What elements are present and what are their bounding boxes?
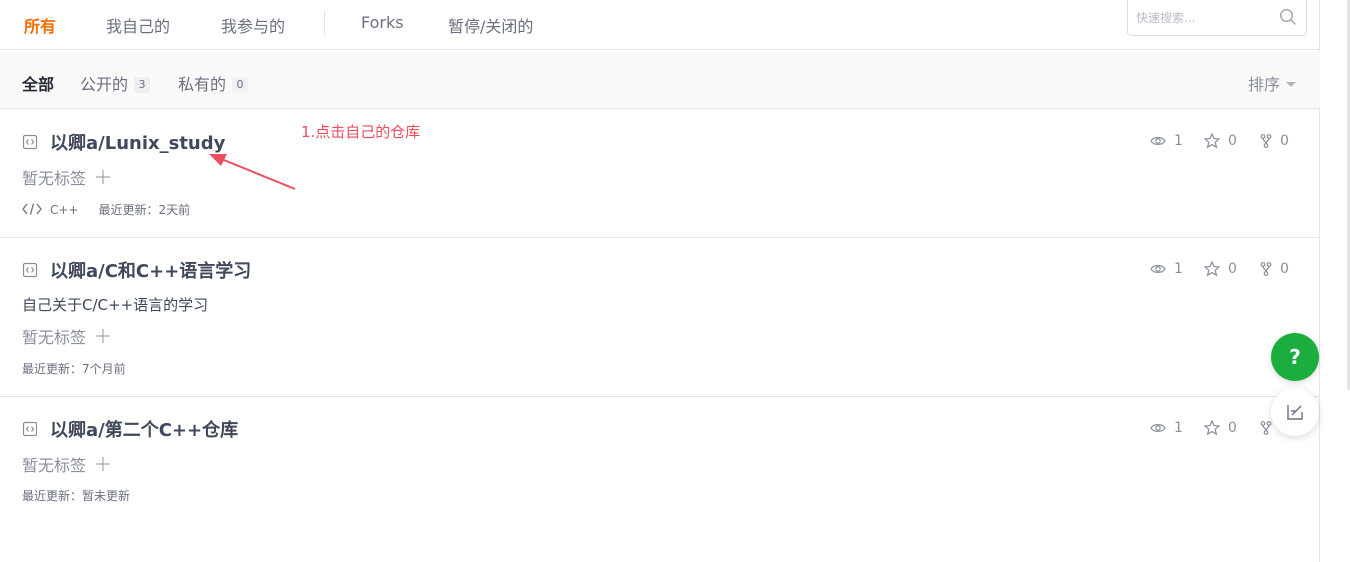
visibility-filter-bar: 全部 公开的 3 私有的 0 排序 (0, 51, 1320, 109)
star-stat[interactable]: 0 (1204, 261, 1237, 277)
add-tag-icon[interactable] (95, 456, 111, 472)
repository-icon (22, 262, 38, 278)
eye-icon (1150, 265, 1166, 273)
repo-tags: 暂无标签 (22, 165, 86, 189)
watch-count: 1 (1174, 133, 1183, 149)
fork-icon (1260, 421, 1272, 435)
quick-search-input[interactable] (1136, 8, 1274, 28)
repo-item: 以卿a/第二个C++仓库 暂无标签 最近更新：暂未更新 1 0 (0, 397, 1320, 527)
tab-divider (324, 11, 325, 35)
star-count: 0 (1228, 261, 1237, 277)
caret-down-icon (1286, 82, 1297, 87)
fork-stat[interactable]: 0 (1260, 133, 1289, 149)
tab-paused-closed[interactable]: 暂停/关闭的 (448, 13, 533, 37)
star-icon (1204, 420, 1220, 435)
subtab-public[interactable]: 公开的 3 (80, 71, 151, 95)
tab-all[interactable]: 所有 (24, 13, 56, 37)
no-tags-label: 暂无标签 (22, 456, 87, 475)
no-tags-label: 暂无标签 (22, 169, 87, 188)
star-stat[interactable]: 0 (1204, 133, 1237, 149)
subtab-public-label: 公开的 (80, 75, 129, 94)
repo-title-link[interactable]: 以卿a/C和C++语言学习 (50, 257, 251, 283)
subtab-private[interactable]: 私有的 0 (178, 71, 249, 95)
fork-count: 0 (1280, 133, 1289, 149)
eye-icon (1150, 424, 1166, 432)
fork-stat[interactable]: 0 (1260, 261, 1289, 277)
tab-forks[interactable]: Forks (361, 13, 404, 32)
repo-meta: 最近更新：7个月前 (22, 360, 126, 377)
edit-note-icon (1287, 405, 1303, 420)
fork-icon (1260, 134, 1272, 148)
top-filter-tabs: 所有 我自己的 我参与的 Forks 暂停/关闭的 (0, 0, 1320, 50)
repo-language: C++ (50, 203, 79, 217)
star-count: 0 (1228, 133, 1237, 149)
watch-stat[interactable]: 1 (1150, 133, 1183, 149)
repository-icon (22, 134, 38, 150)
eye-icon (1150, 137, 1166, 145)
watch-stat[interactable]: 1 (1150, 261, 1183, 277)
repo-updated: 最近更新：2天前 (98, 203, 191, 217)
private-count-badge: 0 (232, 77, 249, 93)
repo-updated: 最近更新：7个月前 (22, 362, 126, 376)
repo-description: 自己关于C/C++语言的学习 (22, 296, 209, 314)
sort-label: 排序 (1248, 75, 1281, 94)
subtab-all[interactable]: 全部 (22, 71, 54, 95)
repository-icon (22, 421, 38, 437)
repo-updated: 最近更新：暂未更新 (22, 489, 131, 503)
help-button[interactable]: ? (1271, 333, 1319, 381)
star-count: 0 (1228, 420, 1237, 436)
search-icon[interactable] (1279, 8, 1297, 26)
fork-count: 0 (1280, 261, 1289, 277)
watch-stat[interactable]: 1 (1150, 420, 1183, 436)
subtab-private-label: 私有的 (178, 75, 227, 94)
sort-dropdown[interactable]: 排序 (1248, 71, 1297, 95)
star-stat[interactable]: 0 (1204, 420, 1237, 436)
code-icon (22, 203, 42, 215)
subtab-all-label: 全部 (22, 75, 55, 94)
repo-item: 以卿a/Lunix_study 暂无标签 C++ 最近更新：2天前 1 0 0 (0, 110, 1320, 238)
no-tags-label: 暂无标签 (22, 328, 87, 347)
add-tag-icon[interactable] (95, 328, 111, 344)
repo-list-panel: 所有 我自己的 我参与的 Forks 暂停/关闭的 全部 公开的 3 私有的 0 排… (0, 0, 1320, 562)
repo-meta: C++ 最近更新：2天前 (22, 201, 190, 218)
repo-meta: 最近更新：暂未更新 (22, 487, 130, 504)
feedback-button[interactable] (1271, 388, 1319, 436)
star-icon (1204, 133, 1220, 148)
tab-participated[interactable]: 我参与的 (221, 13, 285, 37)
fork-icon (1260, 262, 1272, 276)
repo-tags: 暂无标签 (22, 324, 86, 348)
repo-tags: 暂无标签 (22, 452, 86, 476)
watch-count: 1 (1174, 261, 1183, 277)
annotation-text: 1.点击自己的仓库 (301, 123, 421, 141)
repo-title-link[interactable]: 以卿a/Lunix_study (50, 129, 225, 155)
add-tag-icon[interactable] (95, 169, 111, 185)
annotation-arrow-icon (209, 154, 296, 190)
star-icon (1204, 261, 1220, 276)
watch-count: 1 (1174, 420, 1183, 436)
public-count-badge: 3 (134, 77, 151, 93)
repo-item: 以卿a/C和C++语言学习 自己关于C/C++语言的学习 暂无标签 最近更新：7… (0, 238, 1320, 397)
repo-title-link[interactable]: 以卿a/第二个C++仓库 (50, 416, 238, 442)
tab-mine[interactable]: 我自己的 (106, 13, 170, 37)
